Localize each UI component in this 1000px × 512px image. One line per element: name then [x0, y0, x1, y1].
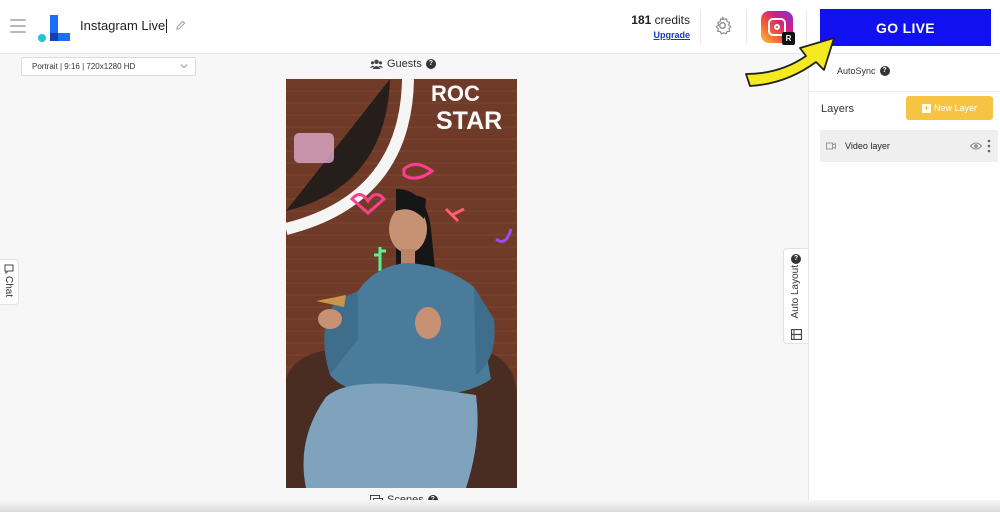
help-icon[interactable]: ? — [879, 66, 890, 76]
credits-text: 181 credits — [616, 13, 690, 27]
app-logo — [38, 15, 70, 42]
text-caret — [166, 18, 168, 33]
resolution-value: Portrait | 9:16 | 720x1280 HD — [32, 62, 136, 71]
arrow-annotation — [745, 37, 835, 87]
layers-title: Layers — [821, 103, 855, 115]
menu-icon[interactable] — [10, 19, 26, 33]
auto-layout-tab[interactable]: ? Auto Layout — [783, 248, 808, 344]
chat-label: Chat — [3, 276, 14, 298]
stream-title-area[interactable]: Instagram Live — [80, 18, 186, 33]
kebab-icon[interactable] — [987, 139, 991, 153]
neon-sign-bottom: STAR — [436, 107, 502, 135]
credits-count: 181 — [631, 13, 652, 27]
plus-icon: + — [921, 102, 931, 113]
guests-button[interactable]: Guests ? — [370, 58, 436, 70]
pencil-icon[interactable] — [175, 20, 186, 31]
film-icon — [791, 329, 802, 340]
layer-item[interactable]: Video layer — [820, 130, 998, 162]
layers-header: Layers + New Layer — [809, 91, 1000, 129]
hand-right — [415, 307, 441, 339]
right-panel: AutoSync ? Layers + New Layer Video laye… — [808, 54, 1000, 512]
video-camera-icon — [826, 142, 836, 150]
layer-name: Video layer — [845, 141, 890, 151]
chevron-down-icon — [180, 64, 188, 69]
phone-on-stand — [294, 133, 334, 163]
new-layer-label: New Layer — [933, 103, 978, 113]
jeans — [303, 383, 478, 488]
go-live-button[interactable]: GO LIVE — [820, 9, 991, 46]
guests-label: Guests — [387, 58, 422, 70]
resolution-select[interactable]: Portrait | 9:16 | 720x1280 HD — [21, 57, 196, 76]
autosync-label: AutoSync — [837, 66, 876, 76]
stream-title[interactable]: Instagram Live — [80, 18, 165, 33]
upgrade-link[interactable]: Upgrade — [616, 30, 690, 40]
auto-layout-label: Auto Layout — [790, 265, 801, 319]
gear-icon[interactable] — [712, 15, 733, 36]
credits-display: 181 credits Upgrade — [616, 13, 690, 40]
app-window: Instagram Live 181 credits Upgrade R GO … — [0, 0, 1000, 512]
divider — [700, 10, 701, 44]
guests-icon — [370, 59, 383, 69]
chat-icon — [4, 264, 14, 274]
credits-word: credits — [654, 13, 690, 27]
autosync-control[interactable]: AutoSync ? — [837, 66, 890, 76]
top-bar: Instagram Live 181 credits Upgrade R GO … — [0, 0, 1000, 54]
new-layer-button[interactable]: + New Layer — [906, 96, 993, 120]
video-canvas[interactable]: ROC STAR — [286, 79, 517, 488]
help-icon[interactable]: ? — [425, 59, 436, 69]
video-frame: ROC STAR — [286, 79, 517, 488]
hand-left — [318, 309, 342, 329]
bottom-shadow — [0, 500, 1000, 512]
chat-tab[interactable]: Chat — [0, 259, 19, 305]
neon-sign-top: ROC — [431, 81, 480, 106]
help-icon[interactable]: ? — [791, 254, 801, 264]
eye-icon[interactable] — [970, 141, 982, 151]
